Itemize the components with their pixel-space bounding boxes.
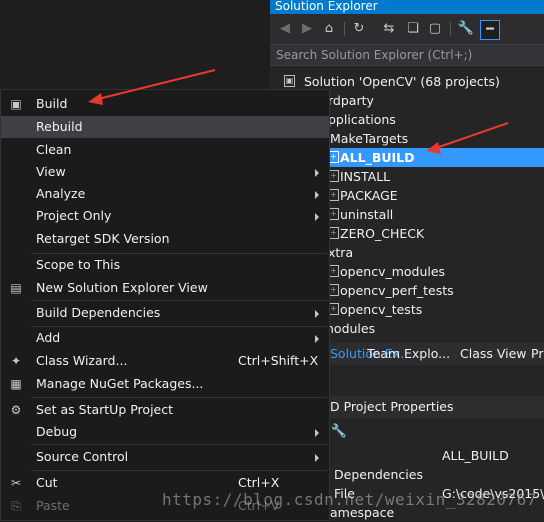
menu-item-label: Analyze: [36, 186, 86, 201]
tree-item-label: opencv_modules: [340, 264, 446, 279]
tree-item-label: rdparty: [328, 93, 374, 108]
build-icon: ▣: [10, 97, 22, 111]
menu-item-manage-nuget[interactable]: ▦ Manage NuGet Packages...: [1, 373, 329, 395]
menu-item-analyze[interactable]: Analyze: [1, 183, 329, 205]
property-key: Dependencies: [334, 467, 423, 482]
submenu-arrow-icon: [315, 191, 319, 199]
solution-explorer-title: Solution Explorer: [270, 0, 544, 14]
menu-item-retarget-sdk[interactable]: Retarget SDK Version: [1, 228, 329, 250]
menu-separator: [31, 397, 327, 398]
menu-item-label: Build: [36, 96, 68, 111]
nuget-icon: ▦: [10, 377, 22, 391]
gear-icon: ⚙: [10, 403, 22, 417]
menu-item-label: Build Dependencies: [36, 305, 161, 320]
menu-item-view[interactable]: View: [1, 161, 329, 183]
tree-item-label: opencv_perf_tests: [340, 283, 454, 298]
properties-wrench-icon[interactable]: 🔧: [457, 20, 475, 38]
menu-item-label: Add: [36, 330, 61, 345]
menu-item-project-only[interactable]: Project Only: [1, 205, 329, 227]
tree-item-label: opencv_tests: [340, 302, 423, 317]
solution-icon: ▣: [284, 75, 295, 87]
menu-item-label: Cut: [36, 475, 58, 490]
forward-icon[interactable]: ▶: [298, 20, 316, 38]
history-icon[interactable]: ↻: [350, 20, 368, 38]
paste-icon: ⎘: [11, 499, 21, 513]
tree-item-label: uninstall: [340, 207, 394, 222]
tree-item-label: PACKAGE: [340, 188, 398, 203]
tree-item-label: pplications: [328, 112, 396, 127]
menu-item-label: Source Control: [36, 449, 129, 464]
submenu-arrow-icon: [315, 169, 319, 177]
menu-item-label: Class Wizard...: [36, 353, 128, 368]
menu-separator: [31, 444, 327, 445]
properties-title: D Project Properties: [330, 399, 454, 414]
tab-class-view[interactable]: Class View: [460, 343, 527, 365]
menu-item-shortcut: Ctrl+Shift+X: [238, 353, 319, 368]
menu-item-label: New Solution Explorer View: [36, 280, 208, 295]
back-icon[interactable]: ◀: [276, 20, 294, 38]
context-menu: ▣ Build Rebuild Clean View Analyze Proje…: [0, 89, 330, 521]
menu-item-label: Project Only: [36, 208, 112, 223]
submenu-arrow-icon: [315, 310, 319, 318]
wrench-icon[interactable]: 🔧: [330, 423, 348, 441]
menu-item-set-startup[interactable]: ⚙ Set as StartUp Project: [1, 399, 329, 421]
menu-item-add[interactable]: Add: [1, 327, 329, 349]
menu-item-class-wizard[interactable]: ✦ Class Wizard... Ctrl+Shift+X: [1, 350, 329, 372]
menu-item-build[interactable]: ▣ Build: [1, 93, 329, 115]
menu-item-label: Scope to This: [36, 257, 121, 272]
submenu-arrow-icon: [315, 454, 319, 462]
tree-item-label: ZERO_CHECK: [340, 226, 425, 241]
menu-item-label: Clean: [36, 142, 72, 157]
tree-item-label: ALL_BUILD: [340, 150, 415, 165]
preview-icon[interactable]: ━: [480, 20, 500, 40]
menu-item-new-solution-explorer-view[interactable]: ▤ New Solution Explorer View: [1, 277, 329, 299]
tab-property-manager[interactable]: Pr: [531, 343, 543, 365]
watermark-url: https://blog.csdn.net/weixin_32820767: [162, 490, 537, 509]
tree-item-label: Solution 'OpenCV' (68 projects): [304, 74, 500, 89]
menu-separator: [31, 470, 327, 471]
menu-item-debug[interactable]: Debug: [1, 421, 329, 443]
solution-explorer-toolbar: ◀ ▶ ⌂ ↻ ⇆ ❏ ▢ 🔧 ━: [270, 14, 544, 44]
toolbar-separator: [450, 22, 451, 36]
home-icon[interactable]: ⌂: [320, 20, 338, 38]
tab-team-explorer[interactable]: Team Explo...: [367, 343, 450, 365]
search-input[interactable]: Search Solution Explorer (Ctrl+;): [270, 44, 544, 66]
menu-item-clean[interactable]: Clean: [1, 139, 329, 161]
tree-item-label: nodules: [326, 321, 376, 336]
class-wizard-icon: ✦: [10, 354, 22, 368]
menu-item-label: View: [36, 164, 66, 179]
menu-separator: [31, 300, 327, 301]
menu-item-rebuild[interactable]: Rebuild: [1, 116, 329, 138]
new-view-icon: ▤: [10, 281, 22, 295]
menu-item-label: Retarget SDK Version: [36, 231, 170, 246]
sync-icon[interactable]: ⇆: [380, 20, 398, 38]
tree-item-label: xtra: [328, 245, 354, 260]
menu-item-label: Debug: [36, 424, 78, 439]
menu-item-scope-to-this[interactable]: Scope to This: [1, 254, 329, 276]
menu-item-label: Manage NuGet Packages...: [36, 376, 204, 391]
submenu-arrow-icon: [315, 213, 319, 221]
menu-item-build-dependencies[interactable]: Build Dependencies: [1, 302, 329, 324]
tree-item-label: MakeTargets: [330, 131, 409, 146]
toolbar-separator: [344, 22, 345, 36]
submenu-arrow-icon: [315, 429, 319, 437]
menu-item-label: Paste: [36, 498, 70, 513]
show-all-files-icon[interactable]: ▢: [426, 20, 444, 38]
submenu-arrow-icon: [315, 335, 319, 343]
menu-item-label: Set as StartUp Project: [36, 402, 174, 417]
scissors-icon: ✂: [10, 476, 22, 490]
menu-item-source-control[interactable]: Source Control: [1, 446, 329, 468]
menu-item-label: Rebuild: [36, 119, 83, 134]
tree-item-label: INSTALL: [340, 169, 391, 184]
property-value: ALL_BUILD: [442, 448, 509, 463]
files-icon[interactable]: ❏: [404, 20, 422, 38]
